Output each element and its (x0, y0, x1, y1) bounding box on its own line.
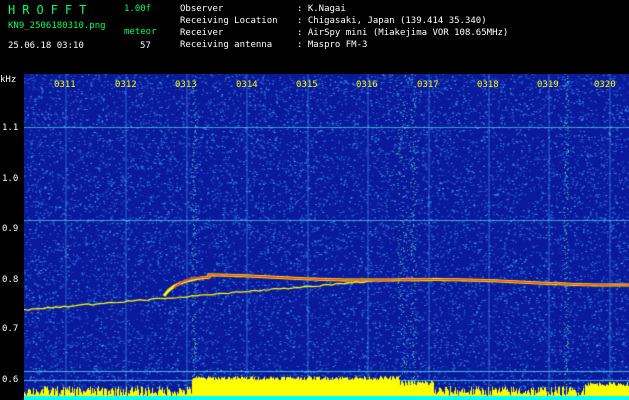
spectrogram-canvas (24, 74, 629, 400)
y-tick-label: 0.9 (2, 224, 19, 234)
x-tick-label: 0314 (236, 80, 258, 90)
x-tick-label: 0318 (477, 80, 499, 90)
x-tick-label: 0317 (417, 80, 439, 90)
y-tick-label: 0.8 (2, 275, 19, 285)
y-tick-label: 1.0 (2, 174, 19, 184)
x-tick-label: 0315 (296, 80, 318, 90)
location-label: Receiving Location (180, 16, 278, 26)
x-tick-label: 0316 (356, 80, 378, 90)
location-value: : Chigasaki, Japan (139.414 35.340) (297, 16, 487, 26)
datetime-label: 25.06.18 03:10 (8, 41, 84, 51)
filename-label: KN9_2506180310.png (8, 21, 106, 31)
y-axis-unit: kHz (0, 75, 17, 85)
meteor-count: 57 (140, 41, 151, 51)
x-tick-label: 0320 (594, 80, 616, 90)
receiver-label: Receiver (180, 28, 224, 38)
y-tick-label: 0.7 (2, 324, 19, 334)
antenna-value: : Maspro FM-3 (297, 40, 368, 50)
y-tick-label: 1.1 (2, 123, 19, 133)
version-label: 1.00f (124, 4, 152, 14)
x-tick-label: 0311 (54, 80, 76, 90)
receiver-value: : AirSpy mini (Miakejima VOR 108.65MHz) (297, 28, 509, 38)
y-tick-label: 0.6 (2, 375, 19, 385)
antenna-label: Receiving antenna (180, 40, 273, 50)
observer-label: Observer (180, 4, 224, 14)
x-tick-label: 0313 (175, 80, 197, 90)
x-tick-label: 0312 (115, 80, 137, 90)
app-title: HROFFT (8, 3, 94, 17)
meteor-label: meteor (124, 27, 157, 37)
header-panel: HROFFT 1.00f KN9_2506180310.png meteor 2… (0, 0, 629, 74)
x-tick-label: 0319 (537, 80, 559, 90)
observer-value: : K.Nagai (297, 4, 346, 14)
